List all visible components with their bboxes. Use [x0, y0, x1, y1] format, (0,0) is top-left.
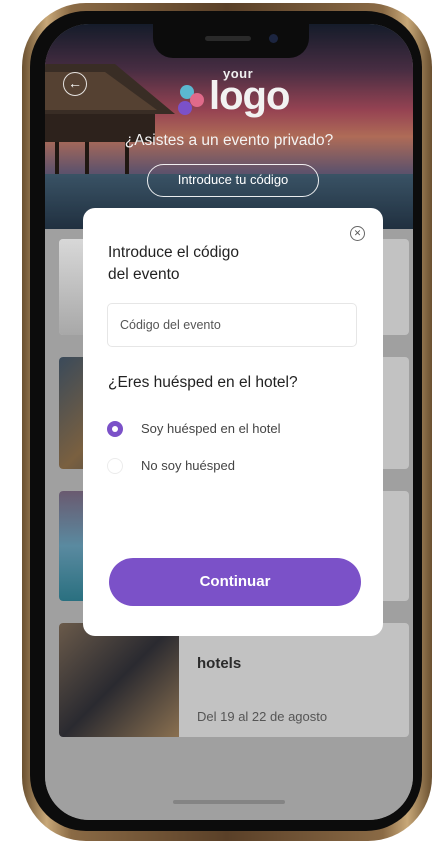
radio-option-not-guest[interactable]: No soy huésped — [107, 455, 327, 477]
radio-label: No soy huésped — [141, 458, 235, 473]
private-event-question: ¿Asistes a un evento privado? — [124, 132, 334, 149]
speaker-grille — [205, 36, 251, 41]
dialog-title: Introduce el código del evento — [108, 242, 308, 286]
radio-label: Soy huésped en el hotel — [141, 421, 281, 436]
event-code-input[interactable] — [107, 303, 357, 347]
event-date: Del 19 al 22 de agosto — [197, 709, 328, 724]
event-code-dialog: ✕ Introduce el código del evento ¿Eres h… — [83, 208, 383, 636]
guest-question: ¿Eres huésped en el hotel? — [108, 374, 298, 391]
close-icon[interactable]: ✕ — [350, 226, 365, 241]
dialog-title-line: del evento — [108, 266, 180, 283]
dialog-title-line: Introduce el código — [108, 244, 239, 261]
brand-logo: your logo — [175, 66, 295, 122]
home-indicator — [173, 800, 285, 804]
radio-option-guest[interactable]: Soy huésped en el hotel — [107, 418, 327, 440]
back-arrow-icon[interactable]: ← — [63, 72, 87, 96]
continue-button[interactable]: Continuar — [109, 558, 361, 606]
logo-mark-icon — [178, 85, 204, 115]
radio-selected[interactable] — [107, 421, 123, 437]
enter-code-button[interactable]: Introduce tu código — [147, 164, 319, 197]
event-title: hotels — [197, 655, 242, 672]
event-thumbnail — [59, 623, 179, 737]
radio-unselected[interactable] — [107, 458, 123, 474]
app-screen: ← your logo ¿Asistes a un evento privado… — [45, 24, 413, 820]
phone-notch — [153, 24, 309, 58]
front-camera — [269, 34, 278, 43]
event-card[interactable]: hotels Del 19 al 22 de agosto — [59, 623, 409, 737]
logo-main-text: logo — [209, 74, 290, 118]
